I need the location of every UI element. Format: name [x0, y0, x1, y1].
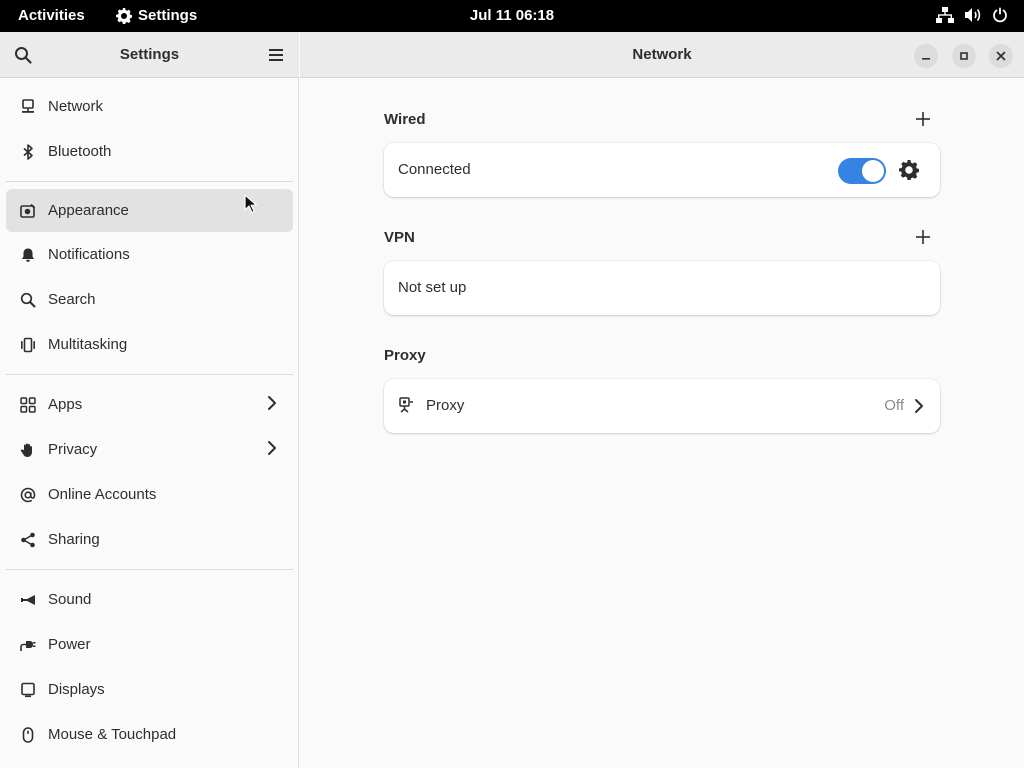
chevron-right-icon	[267, 440, 277, 460]
share-icon	[18, 530, 38, 550]
sidebar-item-mouse-touchpad[interactable]: Mouse & Touchpad	[6, 712, 293, 757]
app-menu-label: Settings	[138, 7, 198, 24]
proxy-row[interactable]: Proxy Off	[384, 379, 940, 433]
hand-icon	[18, 440, 38, 460]
sidebar-item-displays[interactable]: Displays	[6, 667, 293, 712]
sidebar-item-privacy[interactable]: Privacy	[6, 427, 293, 472]
sidebar-item-sound[interactable]: Sound	[6, 577, 293, 622]
at-icon	[18, 485, 38, 505]
network-panel: Wired Connected VPN Not set up Proxy Pro…	[300, 78, 1024, 768]
power-icon[interactable]	[992, 7, 1008, 23]
power-plug-icon	[18, 635, 38, 655]
sidebar-item-label: Mouse & Touchpad	[48, 726, 177, 743]
add-vpn-button[interactable]	[912, 226, 934, 248]
proxy-icon	[398, 397, 414, 415]
sidebar: Settings Network Bluetooth Appearance No…	[0, 32, 299, 768]
speaker-icon	[18, 590, 38, 610]
apps-grid-icon	[18, 395, 38, 415]
app-menu[interactable]: Settings	[116, 7, 197, 24]
sidebar-header: Settings	[0, 32, 299, 78]
sidebar-item-search[interactable]: Search	[6, 277, 293, 322]
sidebar-item-label: Bluetooth	[48, 143, 112, 160]
sidebar-item-label: Apps	[48, 396, 83, 413]
activities-button[interactable]: Activities	[18, 7, 85, 24]
sidebar-item-label: Search	[48, 291, 96, 308]
wired-toggle-switch[interactable]	[838, 158, 886, 184]
minimize-icon	[922, 58, 930, 60]
network-wired-icon	[18, 97, 38, 117]
bell-icon	[18, 245, 38, 265]
sidebar-item-sharing[interactable]: Sharing	[6, 517, 293, 562]
content-header: Network	[300, 32, 1024, 78]
vpn-section-title: VPN	[384, 229, 415, 246]
sidebar-title: Settings	[119, 46, 180, 63]
settings-window: Settings Network Bluetooth Appearance No…	[0, 32, 1024, 768]
gear-icon	[116, 7, 132, 24]
sidebar-item-power[interactable]: Power	[6, 622, 293, 667]
mouse-icon	[18, 725, 38, 745]
bluetooth-icon	[18, 142, 38, 162]
sidebar-item-notifications[interactable]: Notifications	[6, 232, 293, 277]
multitasking-icon	[18, 335, 38, 355]
system-tray[interactable]	[936, 7, 1008, 23]
sidebar-item-multitasking[interactable]: Multitasking	[6, 322, 293, 367]
plus-icon	[916, 112, 930, 126]
maximize-icon	[960, 52, 968, 60]
sidebar-item-label: Multitasking	[48, 336, 128, 353]
vpn-status: Not set up	[398, 279, 467, 296]
chevron-right-icon	[914, 398, 924, 419]
main-menu-button[interactable]	[265, 44, 287, 66]
minimize-button[interactable]	[914, 44, 938, 68]
sidebar-item-label: Sharing	[48, 531, 100, 548]
sidebar-item-label: Network	[48, 98, 104, 115]
close-button[interactable]	[989, 44, 1013, 68]
gear-icon	[899, 160, 920, 180]
proxy-label: Proxy	[426, 397, 465, 414]
wired-settings-button[interactable]	[899, 160, 920, 180]
search-icon	[18, 290, 38, 310]
chevron-right-icon	[267, 395, 277, 415]
maximize-button[interactable]	[952, 44, 976, 68]
sidebar-item-network[interactable]: Network	[6, 84, 293, 129]
sidebar-item-online-accounts[interactable]: Online Accounts	[6, 472, 293, 517]
appearance-icon	[18, 201, 38, 221]
sidebar-divider	[6, 569, 293, 570]
network-status-icon[interactable]	[936, 7, 954, 23]
sidebar-item-label: Displays	[48, 681, 105, 698]
plus-icon	[916, 230, 930, 244]
close-icon	[996, 51, 1006, 61]
sidebar-item-label: Privacy	[48, 441, 98, 458]
sidebar-item-label: Appearance	[48, 202, 129, 219]
hamburger-icon	[269, 49, 283, 61]
mouse-pointer-icon	[244, 194, 258, 219]
vpn-row: Not set up	[384, 261, 940, 315]
sidebar-divider	[6, 181, 293, 182]
proxy-section-title: Proxy	[384, 347, 426, 364]
sidebar-nav: Network Bluetooth Appearance Notificatio…	[6, 84, 293, 757]
sidebar-item-label: Online Accounts	[48, 486, 157, 503]
top-bar: Activities Settings Jul 11 06:18	[0, 0, 1024, 32]
wired-section-title: Wired	[384, 111, 426, 128]
volume-icon[interactable]	[964, 7, 982, 23]
sidebar-item-apps[interactable]: Apps	[6, 382, 293, 427]
clock[interactable]: Jul 11 06:18	[470, 7, 554, 24]
wired-connection-row: Connected	[384, 143, 940, 197]
sidebar-item-label: Notifications	[48, 246, 130, 263]
add-wired-button[interactable]	[912, 108, 934, 130]
proxy-status: Off	[884, 397, 904, 414]
sidebar-item-label: Sound	[48, 591, 92, 608]
display-icon	[18, 680, 38, 700]
sidebar-item-label: Power	[48, 636, 91, 653]
sidebar-item-bluetooth[interactable]: Bluetooth	[6, 129, 293, 174]
wired-status: Connected	[398, 161, 471, 178]
toggle-knob	[862, 160, 884, 182]
sidebar-divider	[6, 374, 293, 375]
